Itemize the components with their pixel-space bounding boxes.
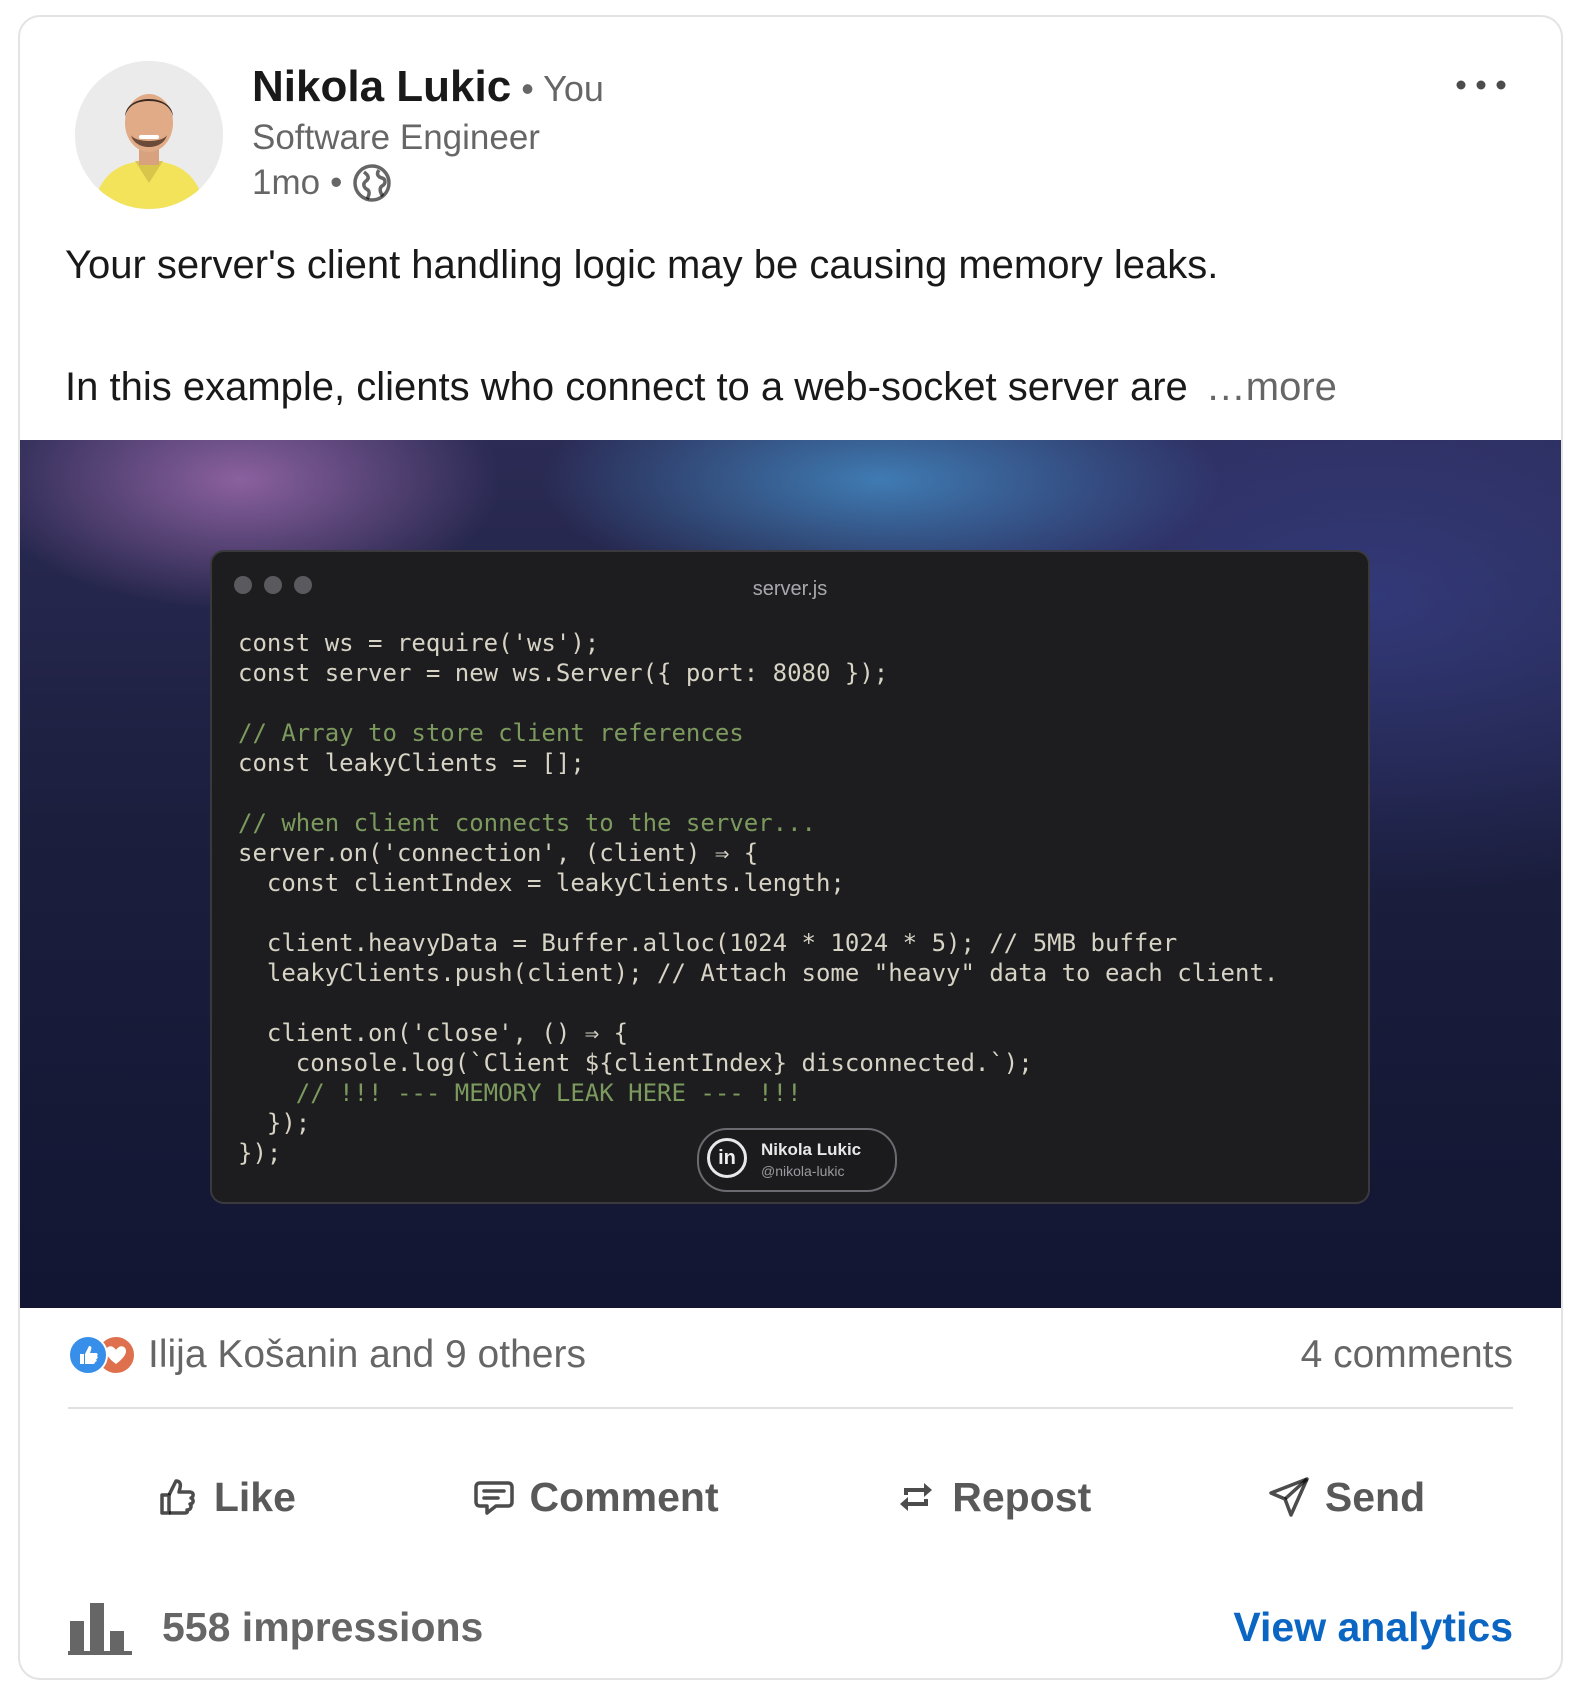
code-line: const leakyClients = [];	[238, 749, 585, 777]
code-line: // Array to store client references	[238, 719, 744, 747]
repost-label: Repost	[952, 1473, 1092, 1520]
reaction-icons[interactable]	[68, 1335, 136, 1375]
linkedin-logo-icon: in	[707, 1138, 747, 1178]
post-image[interactable]: server.js const ws = require('ws'); const…	[20, 440, 1561, 1308]
code-block: const ws = require('ws'); const server = …	[238, 628, 1278, 1168]
bar-chart-icon	[68, 1603, 132, 1655]
code-line: server.on('connection', (client) ⇒ {	[238, 839, 759, 867]
analytics-footer: 558 impressions View analytics	[68, 1595, 1513, 1659]
view-analytics-link[interactable]: View analytics	[1233, 1604, 1513, 1651]
post-card: Nikola Lukic • You Software Engineer 1mo …	[18, 15, 1563, 1680]
watermark-handle: @nikola-lukic	[761, 1163, 845, 1179]
globe-icon	[353, 164, 392, 202]
author-avatar[interactable]	[75, 61, 223, 209]
social-counts: Ilija Košanin and 9 others 4 comments	[68, 1327, 1513, 1383]
like-button[interactable]: Like	[156, 1474, 296, 1521]
code-line: client.on('close', () ⇒ {	[238, 1019, 629, 1047]
like-label: Like	[213, 1473, 296, 1520]
code-line: leakyClients.push(client); // Attach som…	[238, 959, 1279, 987]
author-name[interactable]: Nikola Lukic	[252, 62, 511, 111]
comment-button[interactable]: Comment	[472, 1474, 719, 1521]
code-line: console.log(`Client ${clientIndex} disco…	[238, 1049, 1033, 1077]
post-text-line-1: Your server's client handling logic may …	[65, 243, 1219, 287]
impressions-count: 558 impressions	[162, 1603, 484, 1650]
send-icon	[1269, 1477, 1309, 1517]
reactors-link[interactable]: Ilija Košanin and 9 others	[148, 1333, 586, 1377]
comment-icon	[473, 1481, 514, 1515]
author-relation: • You	[521, 68, 604, 109]
post-text-line-2: In this example, clients who connect to …	[65, 365, 1337, 410]
code-line: const ws = require('ws');	[238, 629, 600, 657]
comment-label: Comment	[529, 1473, 719, 1520]
repost-button[interactable]: Repost	[894, 1474, 1091, 1521]
like-reaction-icon	[68, 1335, 108, 1375]
code-line: client.heavyData = Buffer.alloc(1024 * 1…	[238, 929, 1178, 957]
post-text-line-2-content: In this example, clients who connect to …	[65, 365, 1188, 409]
code-line: const clientIndex = leakyClients.length;	[238, 869, 845, 897]
code-line: // when client connects to the server...	[238, 809, 816, 837]
repost-icon	[900, 1483, 933, 1511]
author-headline: Software Engineer	[252, 118, 540, 157]
divider	[68, 1407, 1513, 1409]
watermark-name: Nikola Lukic	[761, 1140, 862, 1159]
more-horizontal-icon	[1456, 80, 1506, 90]
see-more-link[interactable]: …more	[1206, 365, 1337, 409]
code-line: // !!! --- MEMORY LEAK HERE --- !!!	[238, 1079, 802, 1107]
thumbs-up-icon	[160, 1479, 195, 1515]
comments-count-link[interactable]: 4 comments	[1301, 1333, 1513, 1377]
avatar-photo	[75, 61, 223, 209]
post-options-button[interactable]	[1451, 65, 1511, 105]
send-label: Send	[1324, 1473, 1426, 1520]
code-file-name: server.js	[752, 578, 828, 600]
post-actions: Like Comment Repost Send	[68, 1447, 1513, 1547]
author-watermark: in Nikola Lukic @nikola-lukic	[697, 1128, 897, 1192]
code-line: const server = new ws.Server({ port: 808…	[238, 659, 889, 687]
post-meta: 1mo •	[252, 163, 392, 203]
code-window: server.js const ws = require('ws'); const…	[210, 550, 1370, 1204]
meta-separator: •	[330, 163, 343, 202]
post-time: 1mo	[252, 163, 321, 202]
send-button[interactable]: Send	[1267, 1474, 1425, 1521]
author-name-line: Nikola Lukic • You	[252, 62, 604, 112]
